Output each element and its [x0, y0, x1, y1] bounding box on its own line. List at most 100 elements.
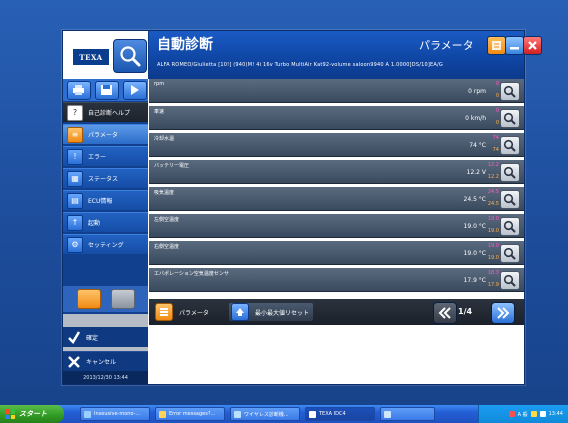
parameter-min: 74 — [492, 147, 499, 153]
window-icon — [159, 410, 166, 418]
close-button[interactable] — [523, 36, 542, 55]
previous-page-button[interactable] — [433, 302, 457, 324]
taskbar-item-label: TEXA IDC4 — [319, 411, 346, 417]
sidebar-item-label: ECU情報 — [88, 198, 113, 205]
sidebar-item-settings[interactable]: ⚙ セッティング — [63, 234, 148, 254]
settings-icon: ⚙ — [67, 236, 83, 253]
parameter-max: 19.0 — [487, 243, 499, 249]
confirm-label: 確定 — [86, 334, 99, 342]
save-button[interactable] — [95, 80, 119, 100]
parameters-icon — [155, 303, 173, 321]
sidebar-item-parameters[interactable]: ≡ パラメータ — [63, 124, 148, 144]
parameters-view-button[interactable]: パラメータ — [155, 303, 209, 321]
taskbar-item[interactable] — [380, 407, 435, 421]
reset-minmax-button[interactable]: 最小最大値リセット — [229, 303, 314, 321]
ecu-info-icon: ▤ — [67, 192, 83, 209]
parameter-max: 24.5 — [487, 189, 499, 195]
parameter-row[interactable]: 左側空温度 19.0 °C 19.0 19.0 — [149, 214, 524, 238]
parameter-max: 18.3 — [487, 270, 499, 276]
parameter-detail-button[interactable] — [500, 163, 520, 182]
confirm-button[interactable]: 確定 — [63, 327, 148, 347]
magnifier-icon — [503, 139, 516, 152]
start-label: スタート — [19, 410, 47, 418]
warning-icon: ! — [67, 148, 83, 165]
graph-view-button[interactable] — [76, 289, 101, 309]
parameter-row[interactable]: エバポレーション空気温度センサ 17.9 °C 18.3 17.9 — [149, 268, 524, 292]
print-button[interactable] — [67, 80, 91, 100]
activation-icon: ↑ — [67, 214, 83, 231]
help-magnifier-icon: ? — [67, 104, 83, 121]
parameter-row[interactable]: バッテリー電圧 12.2 V 12.2 12.2 — [149, 160, 524, 184]
cancel-button[interactable]: キャンセル — [63, 351, 148, 371]
tray-icon[interactable] — [530, 411, 537, 417]
parameter-minmax: 18.3 17.9 — [486, 270, 499, 289]
parameter-detail-button[interactable] — [500, 190, 520, 209]
sidebar-item-status[interactable]: ▦ ステータス — [63, 168, 148, 188]
parameters-icon: ≡ — [67, 126, 83, 143]
taskbar-item-label: ワイヤレス診断機... — [244, 411, 289, 418]
clock: 13:44 — [548, 411, 563, 417]
parameter-row[interactable]: 右側空温度 19.0 °C 19.0 19.0 — [149, 241, 524, 265]
parameter-name: バッテリー電圧 — [154, 163, 190, 169]
parameter-min: 24.5 — [487, 201, 499, 207]
parameter-name: 吸気温度 — [154, 190, 175, 196]
parameter-row[interactable]: rpm 0 rpm 0 0 — [149, 79, 524, 103]
bottom-toolbar: パラメータ 最小最大値リセット 1/4 — [149, 299, 524, 325]
sidebar-item-help[interactable]: ? 自己診断ヘルプ — [63, 102, 148, 122]
magnifier-icon — [503, 247, 516, 260]
parameter-name: エバポレーション空気温度センサ — [154, 271, 229, 277]
magnifier-icon — [503, 166, 516, 179]
taskbar-item[interactable]: Inseusive-mono-... — [80, 407, 150, 421]
parameter-detail-button[interactable] — [500, 82, 520, 101]
taskbar: スタート Inseusive-mono-... Error messages?.… — [0, 405, 568, 423]
taskbar-item-active[interactable]: TEXA IDC4 — [305, 407, 375, 421]
parameter-row[interactable]: 冷却水温 74 °C 74 74 — [149, 133, 524, 157]
parameter-detail-button[interactable] — [500, 217, 520, 236]
save-icon — [101, 84, 112, 95]
magnifier-icon — [503, 85, 516, 98]
parameter-minmax: 74 74 — [486, 135, 499, 154]
parameter-detail-button[interactable] — [500, 244, 520, 263]
sidebar-item-ecu-info[interactable]: ▤ ECU情報 — [63, 190, 148, 210]
reset-minmax-label: 最小最大値リセット — [255, 309, 310, 317]
window-title: 自動診断 — [157, 37, 213, 53]
help-button[interactable] — [487, 36, 506, 55]
parameter-minmax: 24.5 24.5 — [486, 189, 499, 208]
parameter-detail-button[interactable] — [500, 136, 520, 155]
checkmark-icon — [67, 330, 81, 344]
sidebar-item-label: パラメータ — [88, 132, 118, 139]
parameter-minmax: 19.0 19.0 — [486, 216, 499, 235]
parameter-min: 19.0 — [487, 228, 499, 234]
parameter-name: rpm — [154, 81, 165, 87]
parameter-max: 12.2 — [487, 162, 499, 168]
secondary-view-button[interactable] — [110, 289, 135, 309]
minimize-button[interactable] — [505, 36, 524, 55]
play-button[interactable] — [123, 80, 147, 100]
parameter-row[interactable]: 吸気温度 24.5 °C 24.5 24.5 — [149, 187, 524, 211]
next-page-button[interactable] — [491, 302, 515, 324]
magnifier-icon — [503, 274, 516, 287]
parameter-name: 車速 — [154, 109, 165, 115]
parameter-max: 19.0 — [487, 216, 499, 222]
parameter-row[interactable]: 車速 0 km/h 0 0 — [149, 106, 524, 130]
sidebar-item-label: エラー — [88, 154, 107, 161]
parameter-detail-button[interactable] — [500, 109, 520, 128]
magnifier-icon — [503, 220, 516, 233]
diagnosis-magnifier-icon — [113, 39, 147, 73]
close-icon — [528, 41, 537, 50]
parameter-detail-button[interactable] — [500, 271, 520, 290]
tray-icon[interactable] — [539, 411, 546, 417]
taskbar-item[interactable]: ワイヤレス診断機... — [230, 407, 300, 421]
sidebar-item-label: 自己診断ヘルプ — [88, 110, 131, 117]
parameter-max: 0 — [495, 108, 499, 114]
reset-icon — [231, 303, 249, 321]
sidebar-toolbar — [63, 79, 148, 101]
taskbar-item[interactable]: Error messages?... — [155, 407, 225, 421]
tray-icon[interactable] — [508, 411, 515, 417]
parameter-value: 24.5 °C — [463, 196, 486, 203]
start-button[interactable]: スタート — [0, 405, 64, 423]
system-tray: A 般 13:44 — [478, 405, 568, 423]
sidebar-item-activation[interactable]: ↑ 起動 — [63, 212, 148, 232]
sidebar-item-errors[interactable]: ! エラー — [63, 146, 148, 166]
ime-indicator[interactable]: A 般 — [518, 411, 528, 418]
